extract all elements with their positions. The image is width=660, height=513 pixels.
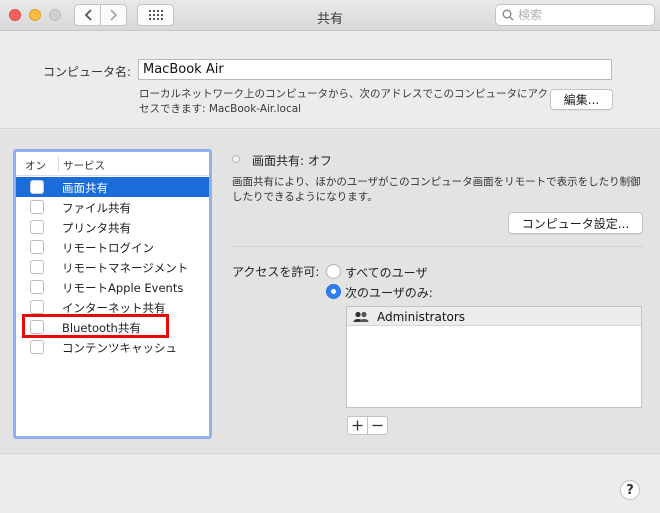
search-input[interactable] [518,6,648,24]
service-description: 画面共有により、ほかのユーザがこのコンピュータ画面をリモートで表示をしたり制御し… [232,176,641,203]
service-label: リモートApple Events [62,281,184,295]
column-header-service[interactable]: サービス [63,158,105,173]
service-status: 画面共有: オフ [252,154,332,168]
user-name: Administrators [377,310,466,324]
computer-name-label: コンピュータ名: [42,65,131,79]
plus-icon [352,420,363,431]
service-label: 画面共有 [62,181,108,195]
service-row-screen-sharing[interactable]: 画面共有 [16,177,209,197]
service-label: リモートログイン [62,241,154,255]
service-row-remote-login[interactable]: リモートログイン [16,237,209,257]
computer-name-input[interactable] [138,59,612,80]
access-label: アクセスを許可: [232,265,320,279]
column-header-on[interactable]: オン [25,158,46,173]
radio-only-these-users[interactable] [326,284,341,299]
window-titlebar: 共有 [0,0,660,31]
service-checkbox[interactable] [30,200,44,214]
service-row-printer-sharing[interactable]: プリンタ共有 [16,217,209,237]
computer-name-section: コンピュータ名: ローカルネットワーク上のコンピュータから、次のアドレスでこのコ… [0,32,660,129]
help-button[interactable]: ? [620,480,640,500]
column-separator [58,156,59,172]
search-icon [502,9,514,21]
users-list[interactable]: Administrators [346,306,642,408]
service-label: プリンタ共有 [62,221,131,235]
add-user-button[interactable] [347,416,368,435]
question-mark-icon: ? [626,482,634,498]
radio-all-users[interactable] [326,264,341,279]
divider [230,246,643,247]
user-row-administrators[interactable]: Administrators [347,307,641,326]
group-icon [353,311,369,322]
service-label: ファイル共有 [62,201,131,215]
service-label: コンテンツキャッシュ [62,341,177,355]
service-row-file-sharing[interactable]: ファイル共有 [16,197,209,217]
radio-all-users-label[interactable]: すべてのユーザ [345,264,427,281]
service-label: リモートマネージメント [62,261,189,275]
service-checkbox[interactable] [30,180,44,194]
services-list-header: オン サービス [16,152,209,176]
remove-user-button[interactable] [367,416,388,435]
computer-settings-button[interactable]: コンピュータ設定... [508,212,643,234]
service-checkbox[interactable] [30,340,44,354]
edit-button[interactable]: 編集... [550,89,613,110]
highlight-annotation-box [22,314,169,338]
search-field[interactable] [495,4,655,26]
computer-address-description: ローカルネットワーク上のコンピュータから、次のアドレスでこのコンピュータにアクセ… [139,88,548,115]
service-row-content-caching[interactable]: コンテンツキャッシュ [16,337,209,357]
services-list[interactable]: オン サービス 画面共有 ファイル共有 プリンタ共有 リモートログイン リモート… [13,149,212,439]
service-checkbox[interactable] [30,260,44,274]
service-checkbox[interactable] [30,220,44,234]
service-checkbox[interactable] [30,240,44,254]
service-row-remote-management[interactable]: リモートマネージメント [16,257,209,277]
radio-only-these-users-label[interactable]: 次のユーザのみ: [345,284,433,301]
service-checkbox[interactable] [30,280,44,294]
minus-icon [372,424,383,427]
service-row-remote-apple-events[interactable]: リモートApple Events [16,277,209,297]
bottom-bar [0,453,660,513]
status-indicator-icon [232,155,240,163]
service-checkbox[interactable] [30,300,44,314]
